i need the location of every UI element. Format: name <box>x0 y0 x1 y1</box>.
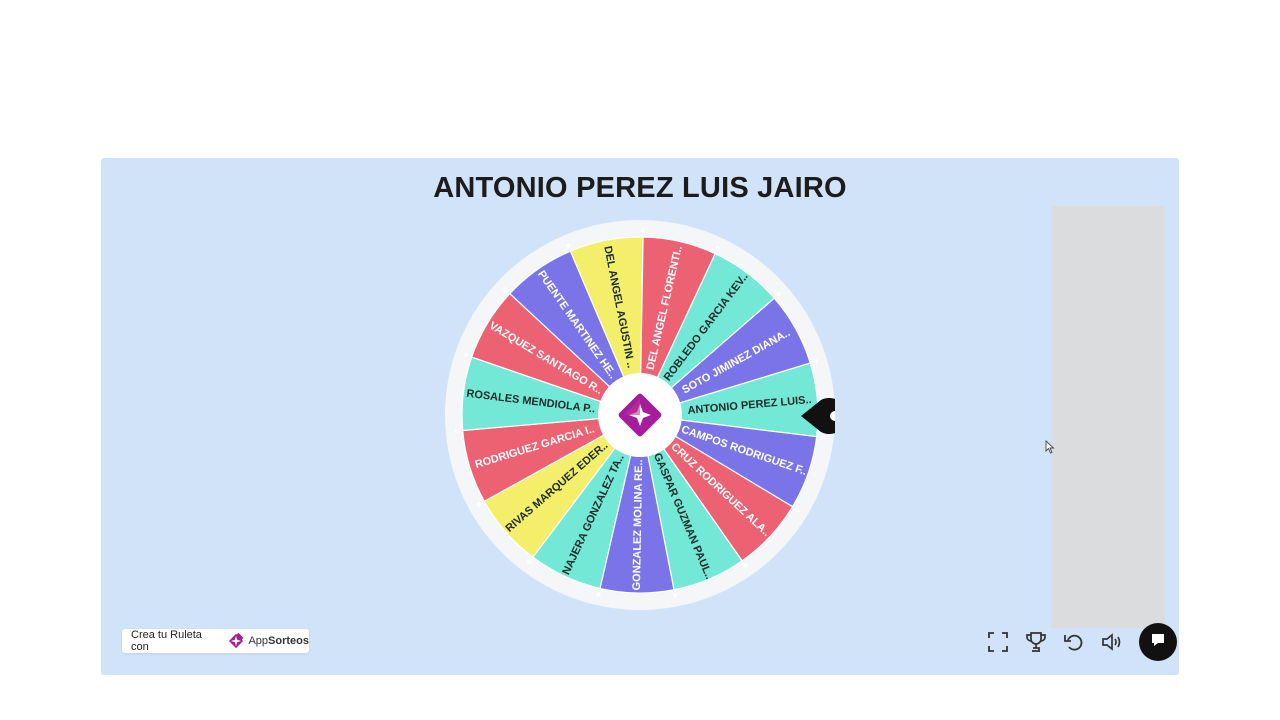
branding-name: AppSorteos <box>248 635 309 647</box>
control-bar <box>985 622 1177 662</box>
rim-peg <box>715 246 720 251</box>
undo-icon[interactable] <box>1061 629 1087 655</box>
rim-peg <box>565 243 571 248</box>
rim-peg <box>743 563 748 568</box>
rim-peg <box>820 435 825 440</box>
rim-peg <box>776 292 782 297</box>
rim-peg <box>795 507 800 512</box>
ad-placeholder <box>1051 206 1165 628</box>
rim-peg <box>813 359 819 364</box>
appsorteos-logo-icon <box>228 633 244 649</box>
rim-peg <box>596 592 601 597</box>
wheel-graphic[interactable]: ANTONIO PEREZ LUIS..CAMPOS RODRIGUEZ F..… <box>445 220 835 610</box>
mouse-cursor-icon <box>1045 439 1055 459</box>
wheel[interactable]: ANTONIO PEREZ LUIS.. CAMPOS RODRIGUEZ F..… <box>445 220 835 610</box>
rim-peg <box>527 559 532 565</box>
branding-badge[interactable]: Crea tu Ruleta con AppSorteos <box>122 629 309 653</box>
chat-button[interactable] <box>1139 623 1177 661</box>
rim-peg <box>463 352 469 358</box>
winner-title: ANTONIO PEREZ LUIS JAIRO <box>433 172 847 204</box>
volume-icon[interactable] <box>1099 629 1125 655</box>
branding-prefix: Crea tu Ruleta con <box>131 629 202 653</box>
rim-peg <box>641 228 646 234</box>
rim-peg <box>454 428 459 434</box>
chat-icon <box>1150 632 1166 653</box>
trophy-icon[interactable] <box>1023 629 1049 655</box>
fullscreen-icon[interactable] <box>985 629 1011 655</box>
rim-peg <box>672 593 678 598</box>
segment-label: GONZALEZ MOLINA RE.. <box>631 459 645 590</box>
rim-peg <box>476 502 482 507</box>
rim-peg <box>503 287 508 292</box>
